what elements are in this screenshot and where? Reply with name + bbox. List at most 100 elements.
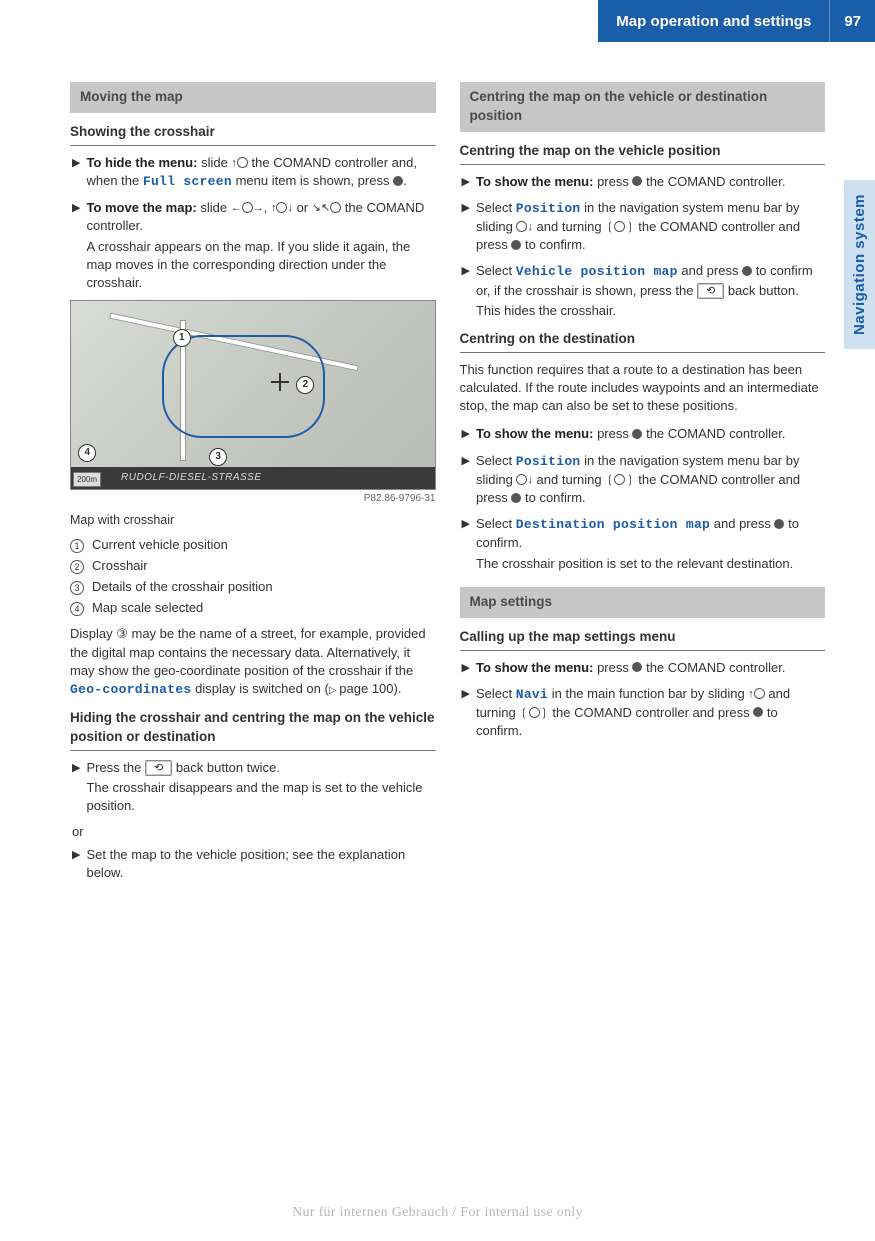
step-label: To show the menu: bbox=[476, 660, 593, 675]
step-follow-text: The crosshair position is set to the rel… bbox=[476, 555, 825, 573]
step-label: To move the map: bbox=[86, 200, 196, 215]
step-show-menu: ▶ To show the menu: press the COMAND con… bbox=[460, 173, 826, 191]
step-body: Select Position in the navigation system… bbox=[476, 452, 825, 508]
controller-icon bbox=[614, 474, 625, 485]
step-select-position: ▶ Select Position in the navigation syst… bbox=[460, 199, 826, 255]
subheading-showing-crosshair: Showing the crosshair bbox=[70, 123, 436, 146]
menu-navi: Navi bbox=[516, 687, 548, 702]
controller-icon bbox=[529, 707, 540, 718]
left-column: Moving the map Showing the crosshair ▶ T… bbox=[70, 82, 436, 890]
press-icon bbox=[774, 519, 784, 529]
triangle-bullet-icon: ▶ bbox=[72, 199, 80, 292]
turn-left-icon: ❲ bbox=[519, 708, 528, 719]
step-body: To move the map: slide ←→, ↑↓ or ↘↖ the … bbox=[86, 199, 435, 292]
map-screenshot: 1 2 3 4 200m RUDOLF-DIESEL-STRASSE bbox=[70, 300, 436, 490]
triangle-bullet-icon: ▶ bbox=[462, 262, 470, 320]
press-icon bbox=[632, 176, 642, 186]
step-label: To show the menu: bbox=[476, 174, 593, 189]
figure-reference: P82.86-9796-31 bbox=[70, 492, 436, 506]
step-body: To show the menu: press the COMAND contr… bbox=[476, 659, 825, 677]
section-centring-map: Centring the map on the vehicle or desti… bbox=[460, 82, 826, 132]
legend-item: 4 Map scale selected bbox=[70, 599, 436, 617]
step-body: To show the menu: press the COMAND contr… bbox=[476, 425, 825, 443]
legend-item: 3 Details of the crosshair position bbox=[70, 578, 436, 596]
map-callout-1: 1 bbox=[173, 329, 191, 347]
press-icon bbox=[632, 429, 642, 439]
controller-icon bbox=[516, 474, 527, 485]
triangle-bullet-icon: ▶ bbox=[72, 846, 80, 882]
or-separator: or bbox=[72, 823, 436, 841]
controller-icon bbox=[754, 688, 765, 699]
map-callout-3: 3 bbox=[209, 448, 227, 466]
menu-vehicle-position-map: Vehicle position map bbox=[516, 264, 678, 279]
map-crosshair-icon bbox=[271, 373, 289, 391]
step-label: To show the menu: bbox=[476, 426, 593, 441]
controller-icon bbox=[276, 202, 287, 213]
press-icon bbox=[742, 266, 752, 276]
step-body: Set the map to the vehicle position; see… bbox=[86, 846, 435, 882]
legend-number: 1 bbox=[70, 539, 84, 553]
press-icon bbox=[393, 176, 403, 186]
step-move-map: ▶ To move the map: slide ←→, ↑↓ or ↘↖ th… bbox=[70, 199, 436, 292]
turn-right-icon: ❳ bbox=[625, 222, 634, 233]
menu-position: Position bbox=[516, 201, 581, 216]
turn-left-icon: ❲ bbox=[605, 475, 614, 486]
section-map-settings: Map settings bbox=[460, 587, 826, 618]
back-button-icon: ⟲ bbox=[145, 760, 172, 776]
legend-text: Map scale selected bbox=[92, 599, 203, 617]
step-follow-text: This hides the crosshair. bbox=[476, 302, 825, 320]
controller-icon bbox=[516, 221, 527, 232]
step-body: Press the ⟲ back button twice. The cross… bbox=[86, 759, 435, 816]
step-body: To show the menu: press the COMAND contr… bbox=[476, 173, 825, 191]
map-street-label: RUDOLF-DIESEL-STRASSE bbox=[71, 467, 435, 489]
back-button-icon: ⟲ bbox=[697, 283, 724, 299]
press-icon bbox=[753, 707, 763, 717]
legend-item: 1 Current vehicle position bbox=[70, 536, 436, 554]
step-show-menu: ▶ To show the menu: press the COMAND con… bbox=[460, 659, 826, 677]
legend-number: 2 bbox=[70, 560, 84, 574]
step-select-position: ▶ Select Position in the navigation syst… bbox=[460, 452, 826, 508]
legend-text: Current vehicle position bbox=[92, 536, 228, 554]
page-reference: page 100 bbox=[329, 681, 394, 696]
step-hide-menu: ▶ To hide the menu: slide ↑ the COMAND c… bbox=[70, 154, 436, 191]
triangle-bullet-icon: ▶ bbox=[72, 154, 80, 191]
step-body: Select Navi in the main function bar by … bbox=[476, 685, 825, 741]
controller-icon bbox=[330, 202, 341, 213]
map-scale-label: 200m bbox=[73, 472, 101, 487]
step-body: To hide the menu: slide ↑ the COMAND con… bbox=[86, 154, 435, 191]
step-set-vehicle-position: ▶ Set the map to the vehicle position; s… bbox=[70, 846, 436, 882]
content-area: Moving the map Showing the crosshair ▶ T… bbox=[0, 42, 875, 910]
destination-paragraph: This function requires that a route to a… bbox=[460, 361, 826, 416]
step-body: Select Vehicle position map and press to… bbox=[476, 262, 825, 320]
turn-right-icon: ❳ bbox=[540, 708, 549, 719]
press-icon bbox=[511, 493, 521, 503]
menu-position: Position bbox=[516, 454, 581, 469]
step-body: Select Position in the navigation system… bbox=[476, 199, 825, 255]
legend-number: 3 bbox=[70, 581, 84, 595]
legend-number: 4 bbox=[70, 602, 84, 616]
step-follow-text: The crosshair disappears and the map is … bbox=[86, 779, 435, 815]
slide-diag-icon: ↘↖ bbox=[312, 203, 330, 214]
slide-left-icon: ← bbox=[231, 203, 242, 214]
figure-caption: Map with crosshair bbox=[70, 512, 436, 530]
triangle-bullet-icon: ▶ bbox=[462, 199, 470, 255]
watermark-internal-use: Nur für internen Gebrauch / For internal… bbox=[0, 1203, 875, 1223]
step-press-back: ▶ Press the ⟲ back button twice. The cro… bbox=[70, 759, 436, 816]
map-callout-4: 4 bbox=[78, 444, 96, 462]
step-label: To hide the menu: bbox=[86, 155, 197, 170]
subheading-calling-map-settings: Calling up the map settings menu bbox=[460, 628, 826, 651]
triangle-bullet-icon: ▶ bbox=[462, 425, 470, 443]
right-column: Centring the map on the vehicle or desti… bbox=[460, 82, 826, 890]
press-icon bbox=[632, 662, 642, 672]
turn-right-icon: ❳ bbox=[625, 475, 634, 486]
triangle-bullet-icon: ▶ bbox=[72, 759, 80, 816]
page-header: Map operation and settings 97 bbox=[0, 0, 875, 42]
header-title: Map operation and settings bbox=[598, 0, 829, 42]
step-show-menu: ▶ To show the menu: press the COMAND con… bbox=[460, 425, 826, 443]
step-follow-text: A crosshair appears on the map. If you s… bbox=[86, 238, 435, 293]
menu-full-screen: Full screen bbox=[143, 174, 232, 189]
controller-icon bbox=[242, 202, 253, 213]
subheading-hiding-crosshair: Hiding the crosshair and centring the ma… bbox=[70, 709, 436, 751]
legend-text: Details of the crosshair position bbox=[92, 578, 273, 596]
step-select-vehicle-position-map: ▶ Select Vehicle position map and press … bbox=[460, 262, 826, 320]
